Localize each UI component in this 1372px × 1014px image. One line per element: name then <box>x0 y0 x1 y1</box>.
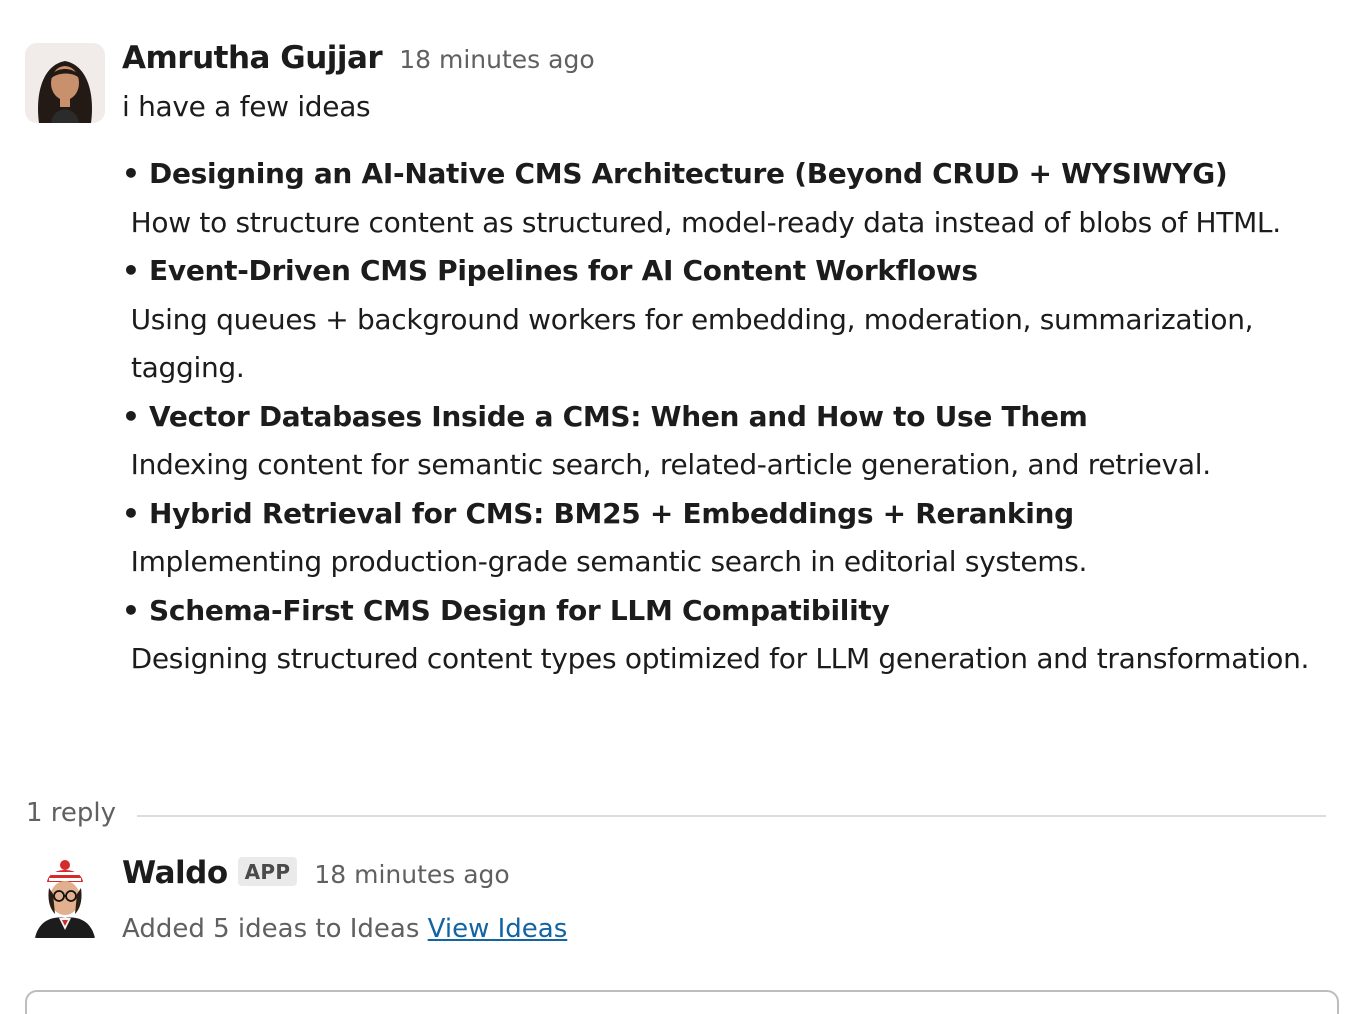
user-avatar-icon <box>25 43 105 123</box>
message-timestamp[interactable]: 18 minutes ago <box>314 860 509 889</box>
idea-description: Indexing content for semantic search, re… <box>130 448 1212 481</box>
idea-description: Designing structured content types optim… <box>130 642 1310 675</box>
message-text: i have a few ideas <box>122 90 371 123</box>
idea-title: Vector Databases Inside a CMS: When and … <box>122 393 1332 442</box>
author-name[interactable]: Amrutha Gujjar <box>122 40 383 76</box>
message-timestamp[interactable]: 18 minutes ago <box>399 45 594 74</box>
replies-divider <box>137 815 1326 817</box>
avatar-waldo[interactable] <box>25 858 105 938</box>
idea-item: Hybrid Retrieval for CMS: BM25 + Embeddi… <box>122 490 1332 587</box>
idea-item: Vector Databases Inside a CMS: When and … <box>122 393 1332 490</box>
reply-text-body: Added 5 ideas to Ideas <box>122 914 420 944</box>
message-header: Amrutha Gujjar 18 minutes ago <box>122 40 595 76</box>
idea-description: Using queues + background workers for em… <box>130 302 1254 385</box>
idea-title: Hybrid Retrieval for CMS: BM25 + Embeddi… <box>122 490 1332 539</box>
message-composer[interactable] <box>25 990 1339 1014</box>
reply-header: Waldo APP 18 minutes ago <box>122 855 510 891</box>
view-ideas-link[interactable]: View Ideas <box>428 914 568 944</box>
idea-title: Schema-First CMS Design for LLM Compatib… <box>122 587 1332 636</box>
reply-count[interactable]: 1 reply <box>26 798 116 828</box>
idea-description: How to structure content as structured, … <box>130 205 1282 239</box>
reply-text: Added 5 ideas to Ideas View Ideas <box>122 914 567 944</box>
idea-item: Designing an AI-Native CMS Architecture … <box>122 150 1332 247</box>
idea-description: Implementing production-grade semantic s… <box>130 545 1088 578</box>
idea-item: Event-Driven CMS Pipelines for AI Conten… <box>122 247 1332 393</box>
idea-item: Schema-First CMS Design for LLM Compatib… <box>122 587 1332 684</box>
ideas-list: Designing an AI-Native CMS Architecture … <box>122 150 1332 684</box>
avatar-amrutha[interactable] <box>25 43 105 123</box>
app-badge: APP <box>237 857 298 886</box>
author-name[interactable]: Waldo <box>122 855 228 891</box>
idea-title: Designing an AI-Native CMS Architecture … <box>122 150 1332 199</box>
idea-title: Event-Driven CMS Pipelines for AI Conten… <box>122 247 1332 296</box>
waldo-bot-avatar-icon <box>25 858 105 938</box>
